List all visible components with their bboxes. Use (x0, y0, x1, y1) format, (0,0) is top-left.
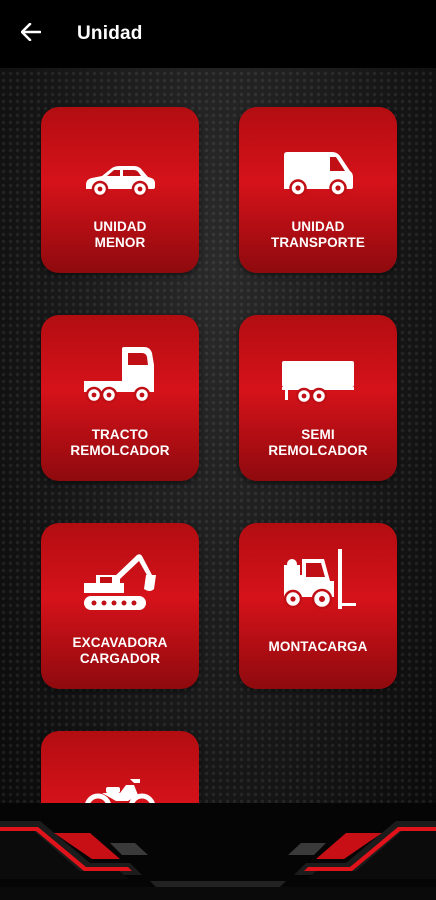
unit-card-semi-remolcador[interactable]: SEMI REMOLCADOR (239, 315, 397, 481)
van-icon (280, 141, 356, 197)
unit-card-label: MONTACARGA (268, 639, 368, 654)
unit-card-label: TRACTO REMOLCADOR (70, 427, 170, 458)
back-button[interactable] (16, 19, 46, 49)
arrow-left-icon (20, 22, 42, 46)
unit-card-motocicleta[interactable] (41, 731, 199, 803)
unit-card-montacarga[interactable]: MONTACARGA (239, 523, 397, 689)
unit-card-excavadora-cargador[interactable]: EXCAVADORA CARGADOR (41, 523, 199, 689)
forklift-icon (278, 549, 358, 613)
unit-card-unidad-transporte[interactable]: UNIDAD TRANSPORTE (239, 107, 397, 273)
unit-card-label: SEMI REMOLCADOR (268, 427, 368, 458)
app-header: Unidad (0, 0, 436, 68)
unit-card-label: UNIDAD MENOR (93, 219, 147, 250)
unit-card-label: EXCAVADORA CARGADOR (72, 635, 168, 666)
unit-card-unidad-menor[interactable]: UNIDAD MENOR (41, 107, 199, 273)
decorative-footer (0, 803, 436, 900)
page-title: Unidad (77, 23, 143, 44)
app-screen: UNIDAD MENOR UNIDAD TRANSPORTE TRACTO RE… (0, 0, 436, 900)
scroll-area[interactable]: UNIDAD MENOR UNIDAD TRANSPORTE TRACTO RE… (0, 0, 436, 803)
car-icon (82, 141, 158, 197)
excavator-icon (82, 554, 158, 613)
footer-graphic (0, 803, 436, 900)
unit-card-label: UNIDAD TRANSPORTE (270, 219, 365, 250)
unit-card-tracto-remolcador[interactable]: TRACTO REMOLCADOR (41, 315, 199, 481)
motorcycle-icon (82, 765, 158, 803)
semi-trailer-icon (280, 349, 356, 405)
tractor-truck-icon (82, 347, 158, 405)
